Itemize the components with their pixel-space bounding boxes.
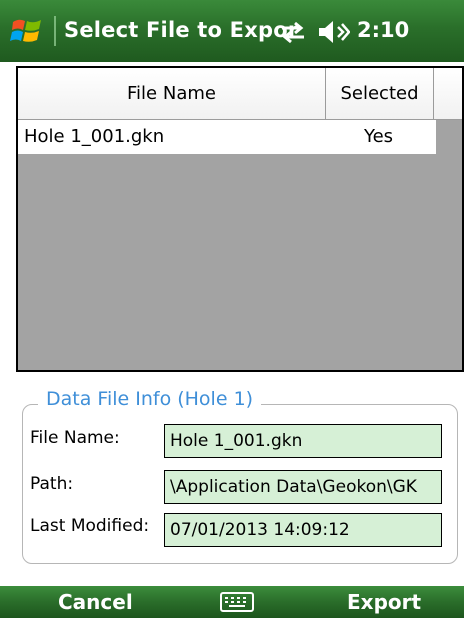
column-header-file-name[interactable]: File Name	[18, 68, 326, 120]
export-button[interactable]: Export	[347, 590, 421, 614]
last-modified-field[interactable]: 07/01/2013 14:09:12	[164, 513, 442, 547]
title-separator	[54, 16, 56, 46]
cancel-button[interactable]: Cancel	[58, 590, 133, 614]
column-header-selected[interactable]: Selected	[326, 68, 434, 120]
path-label: Path:	[30, 474, 74, 494]
connectivity-icon[interactable]	[278, 18, 308, 46]
group-title: Data File Info (Hole 1)	[38, 388, 262, 410]
volume-icon[interactable]	[316, 18, 350, 46]
cell-file-name: Hole 1_001.gkn	[24, 126, 165, 147]
clock: 2:10	[357, 18, 410, 42]
file-name-field[interactable]: Hole 1_001.gkn	[164, 424, 442, 458]
last-modified-label: Last Modified:	[30, 516, 150, 536]
cell-selected: Yes	[364, 126, 394, 147]
softkey-bar: Cancel Export	[0, 586, 464, 618]
file-grid[interactable]: File Name Selected Hole 1_001.gkn Yes	[16, 66, 464, 372]
keyboard-icon[interactable]	[220, 592, 254, 612]
windows-start-icon[interactable]	[10, 14, 44, 48]
window-title: Select File to Expor	[64, 18, 299, 42]
column-header-filler	[434, 68, 462, 120]
table-row[interactable]: Hole 1_001.gkn Yes	[18, 120, 436, 154]
grid-header: File Name Selected	[18, 68, 462, 120]
file-name-label: File Name:	[30, 428, 120, 448]
title-bar: Select File to Expor 2:10	[0, 0, 464, 62]
path-field[interactable]: \Application Data\Geokon\GK	[164, 470, 442, 504]
